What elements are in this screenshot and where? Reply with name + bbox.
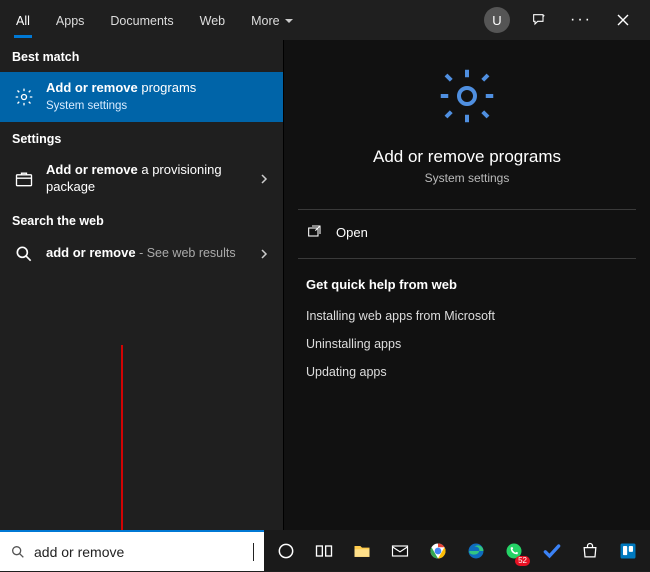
- user-avatar[interactable]: U: [484, 7, 510, 33]
- taskbar-todo[interactable]: [538, 537, 566, 565]
- best-match-header: Best match: [0, 40, 283, 72]
- taskbar-store[interactable]: [576, 537, 604, 565]
- chevron-right-icon: [255, 174, 273, 184]
- text-caret: [253, 543, 254, 561]
- search-icon: [10, 544, 26, 560]
- open-label: Open: [336, 225, 368, 240]
- tab-more-label: More: [251, 14, 279, 28]
- result-settings-provisioning[interactable]: Add or remove a provisioning package: [0, 154, 283, 204]
- web-header: Search the web: [0, 204, 283, 236]
- gear-icon: [437, 66, 497, 131]
- search-icon: [12, 244, 36, 264]
- result-subtitle: System settings: [46, 99, 273, 114]
- result-title-rest: programs: [138, 80, 197, 95]
- result-title-bold: add or remove: [46, 245, 136, 260]
- search-box[interactable]: [0, 530, 264, 571]
- taskbar-taskview[interactable]: [310, 537, 338, 565]
- help-link-uninstalling[interactable]: Uninstalling apps: [306, 330, 628, 358]
- taskbar-explorer[interactable]: [348, 537, 376, 565]
- settings-header: Settings: [0, 122, 283, 154]
- taskbar-chrome[interactable]: [424, 537, 452, 565]
- close-button[interactable]: [610, 7, 636, 33]
- options-button[interactable]: ···: [568, 7, 594, 33]
- package-icon: [12, 169, 36, 189]
- detail-title: Add or remove programs: [373, 147, 561, 167]
- help-link-updating[interactable]: Updating apps: [306, 358, 628, 386]
- gear-icon: [12, 87, 36, 107]
- detail-subtitle: System settings: [425, 171, 510, 185]
- help-link-installing[interactable]: Installing web apps from Microsoft: [306, 302, 628, 330]
- result-title-bold: Add or remove: [46, 162, 138, 177]
- taskbar-whatsapp[interactable]: 52: [500, 537, 528, 565]
- result-best-match[interactable]: Add or remove programs System settings: [0, 72, 283, 122]
- search-input[interactable]: [34, 544, 251, 560]
- chevron-right-icon: [255, 249, 273, 259]
- feedback-icon[interactable]: [526, 7, 552, 33]
- taskbar-mail[interactable]: [386, 537, 414, 565]
- result-web-search[interactable]: add or remove - See web results: [0, 236, 283, 272]
- tab-more[interactable]: More: [239, 4, 305, 37]
- results-panel: Best match Add or remove programs System…: [0, 40, 283, 530]
- tab-documents[interactable]: Documents: [98, 4, 185, 37]
- tab-web[interactable]: Web: [188, 4, 237, 37]
- header-actions: U ···: [484, 7, 642, 33]
- taskbar-edge[interactable]: [462, 537, 490, 565]
- result-title-rest: - See web results: [136, 246, 236, 260]
- taskbar-trello[interactable]: [614, 537, 642, 565]
- help-header: Get quick help from web: [306, 277, 628, 292]
- detail-panel: Add or remove programs System settings O…: [283, 40, 650, 530]
- chevron-down-icon: [284, 16, 294, 26]
- taskbar-cortana[interactable]: [272, 537, 300, 565]
- result-title-bold: Add or remove: [46, 80, 138, 95]
- notification-badge: 52: [515, 556, 530, 566]
- search-header: All Apps Documents Web More U ···: [0, 0, 650, 40]
- open-icon: [306, 224, 322, 240]
- taskbar: 52: [264, 530, 650, 571]
- tab-apps[interactable]: Apps: [44, 4, 97, 37]
- scope-tabs: All Apps Documents Web More: [4, 4, 306, 37]
- tab-all[interactable]: All: [4, 4, 42, 37]
- open-action[interactable]: Open: [284, 210, 650, 254]
